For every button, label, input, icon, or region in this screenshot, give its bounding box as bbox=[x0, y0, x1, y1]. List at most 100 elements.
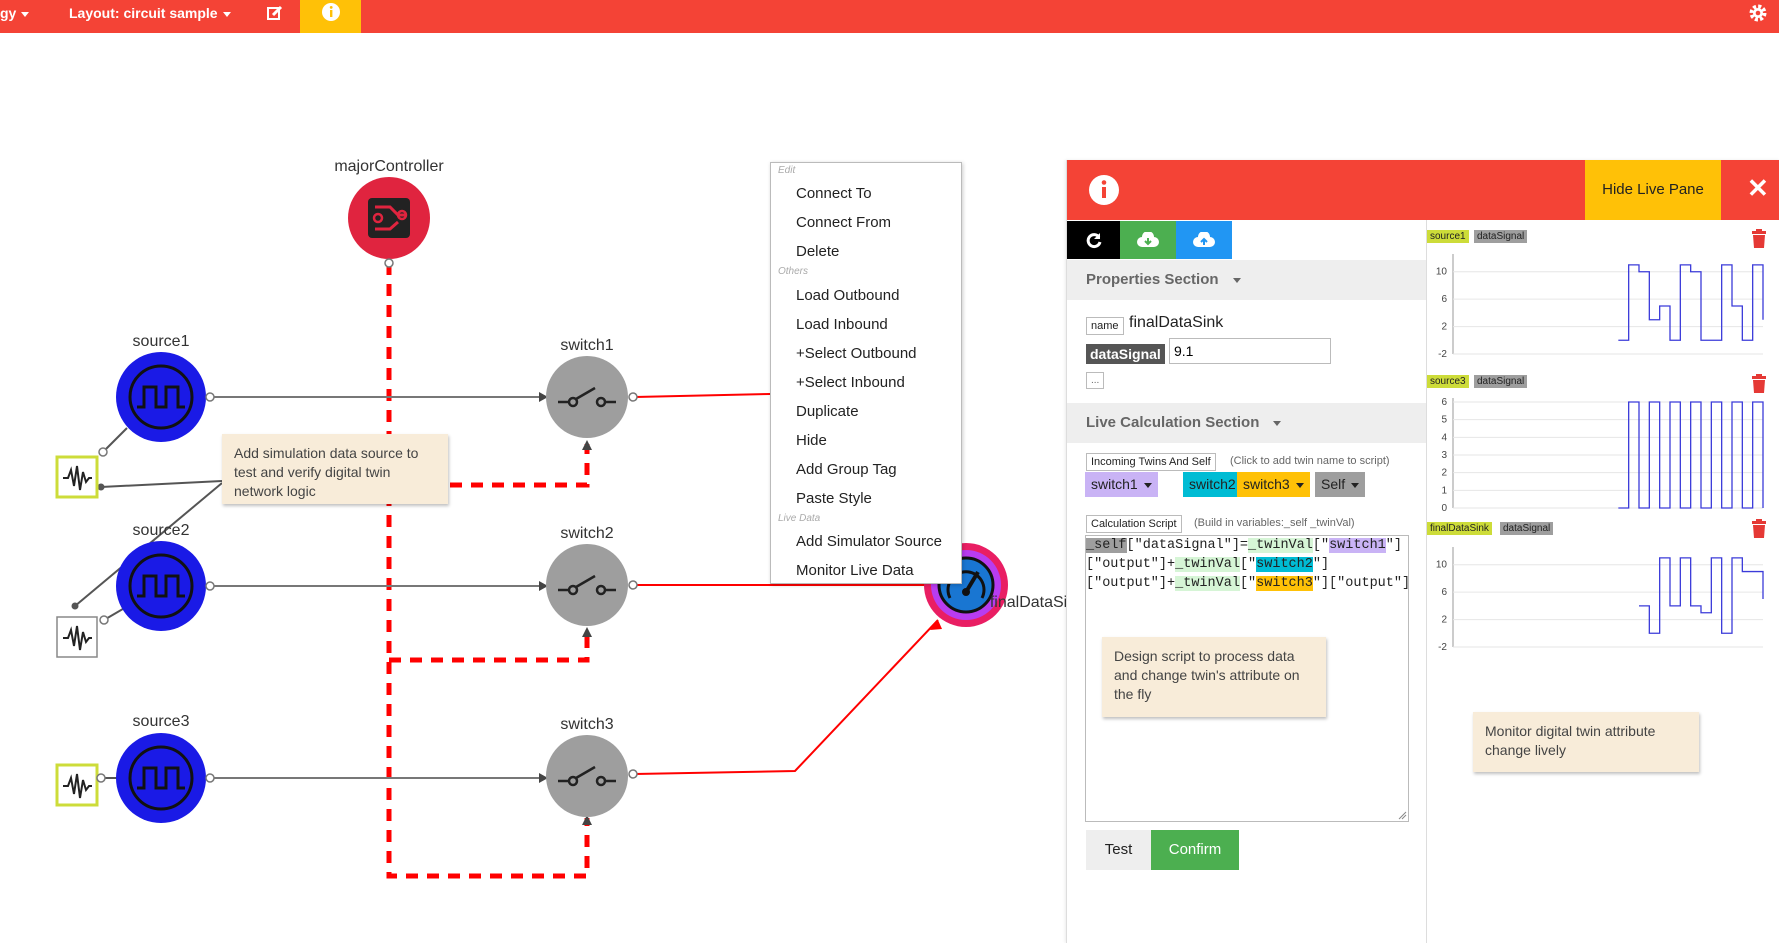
menu-item-add-simulator-source[interactable]: Add Simulator Source bbox=[796, 533, 942, 550]
y-tick-label: 10 bbox=[1436, 560, 1448, 571]
node-switch2[interactable] bbox=[546, 544, 638, 626]
cloud-download-icon bbox=[1137, 232, 1159, 247]
calculation-script-hint: (Build in variables:_self _twinVal) bbox=[1194, 517, 1355, 529]
chevron-down-icon bbox=[1232, 277, 1241, 283]
script-token-switch1: switch1 bbox=[1329, 538, 1386, 553]
node-label-switch3: switch3 bbox=[560, 716, 614, 733]
node-label-source2: source2 bbox=[132, 522, 190, 539]
tooltip-script: Design script to process data and change… bbox=[1102, 637, 1326, 717]
chevron-down-icon bbox=[1143, 482, 1152, 488]
twin-chip-label: switch1 bbox=[1091, 476, 1138, 492]
attribute-key-label: dataSignal bbox=[1086, 344, 1165, 364]
name-value: finalDataSink bbox=[1129, 314, 1224, 331]
script-token: ["output"]+ bbox=[1086, 557, 1176, 572]
script-line-2: ["output"]+_twinVal["switch2"] bbox=[1086, 557, 1329, 572]
menu-item-duplicate[interactable]: Duplicate bbox=[796, 403, 859, 420]
menu-item-select-outbound[interactable]: +Select Outbound bbox=[796, 345, 917, 362]
chart-source3: 6 5 4 3 2 1 0 bbox=[1441, 397, 1764, 514]
incoming-twins-label: Incoming Twins And Self bbox=[1086, 453, 1216, 471]
y-tick-label: 2 bbox=[1441, 615, 1447, 626]
node-switch1[interactable] bbox=[546, 356, 638, 438]
chart1-twin-chip: source1 bbox=[1427, 230, 1469, 243]
simulator-node-3[interactable] bbox=[55, 763, 106, 807]
node-majorcontroller[interactable] bbox=[348, 177, 430, 268]
download-button[interactable] bbox=[1120, 221, 1176, 259]
chevron-down-icon bbox=[1351, 482, 1360, 488]
menu-item-load-outbound[interactable]: Load Outbound bbox=[796, 287, 899, 304]
menu-item-connect-from[interactable]: Connect From bbox=[796, 214, 891, 231]
hide-live-pane-button[interactable]: Hide Live Pane bbox=[1585, 160, 1721, 220]
y-tick-label: 6 bbox=[1441, 587, 1447, 598]
chart-finaldatasink: 10 6 2 -2 bbox=[1436, 547, 1764, 653]
upload-button[interactable] bbox=[1176, 221, 1232, 259]
refresh-button[interactable] bbox=[1067, 221, 1120, 259]
close-icon[interactable]: ✕ bbox=[1747, 173, 1769, 204]
y-tick-label: -2 bbox=[1438, 349, 1447, 360]
tooltip-monitor: Monitor digital twin attribute change li… bbox=[1473, 712, 1699, 772]
menu-item-add-group-tag[interactable]: Add Group Tag bbox=[796, 461, 897, 478]
node-source2[interactable] bbox=[116, 541, 215, 631]
menu-item-select-inbound[interactable]: +Select Inbound bbox=[796, 374, 905, 391]
calculation-script-label: Calculation Script bbox=[1086, 515, 1182, 533]
script-token: ["output"]+ bbox=[1086, 576, 1176, 591]
twin-chip-label: switch2 bbox=[1189, 476, 1236, 492]
y-tick-label: 10 bbox=[1436, 267, 1448, 278]
attribute-value-input[interactable] bbox=[1169, 338, 1331, 364]
menu-item-paste-style[interactable]: Paste Style bbox=[796, 490, 872, 507]
menu-section-live-data: Live Data bbox=[778, 513, 821, 524]
context-menu: Edit Connect To Connect From Delete Othe… bbox=[770, 162, 962, 584]
menu-item-delete[interactable]: Delete bbox=[796, 243, 839, 260]
chart2-attribute-chip: dataSignal bbox=[1474, 375, 1528, 388]
y-tick-label: -2 bbox=[1438, 642, 1447, 653]
twin-chip-self[interactable]: Self bbox=[1315, 472, 1366, 497]
script-token: "]["output"] bbox=[1312, 576, 1411, 591]
trash-icon[interactable] bbox=[1750, 519, 1768, 539]
menu-item-monitor-live-data[interactable]: Monitor Live Data bbox=[796, 562, 914, 579]
y-tick-label: 2 bbox=[1441, 468, 1447, 479]
trash-icon[interactable] bbox=[1750, 374, 1768, 394]
properties-section-title: Properties Section bbox=[1086, 271, 1219, 288]
script-token: [" bbox=[1312, 538, 1330, 553]
menu-item-hide[interactable]: Hide bbox=[796, 432, 827, 449]
more-button[interactable]: ... bbox=[1086, 372, 1105, 389]
twin-chip-switch3[interactable]: switch3 bbox=[1237, 472, 1310, 497]
chevron-down-icon bbox=[1295, 482, 1304, 488]
menu-section-others: Others bbox=[778, 266, 809, 277]
refresh-icon bbox=[1086, 233, 1102, 249]
chart1-attribute-chip: dataSignal bbox=[1474, 230, 1528, 243]
node-source1[interactable] bbox=[116, 352, 215, 442]
trash-icon[interactable] bbox=[1750, 229, 1768, 249]
node-switch3[interactable] bbox=[546, 735, 638, 817]
series-line bbox=[1618, 264, 1764, 341]
y-tick-label: 6 bbox=[1441, 294, 1447, 305]
script-token-twinval: _twinVal bbox=[1175, 576, 1240, 591]
menu-item-connect-to[interactable]: Connect To bbox=[796, 185, 872, 202]
live-calculation-section-title: Live Calculation Section bbox=[1086, 414, 1260, 431]
y-tick-label: 0 bbox=[1441, 503, 1447, 514]
node-label-switch1: switch1 bbox=[560, 337, 614, 354]
script-token-twinval: _twinVal bbox=[1248, 538, 1313, 553]
node-source3[interactable] bbox=[116, 733, 215, 823]
simulator-node-2[interactable] bbox=[56, 615, 109, 658]
resize-handle-icon bbox=[1398, 811, 1407, 820]
properties-section-header[interactable]: Properties Section bbox=[1067, 260, 1427, 300]
live-calculation-section-header[interactable]: Live Calculation Section bbox=[1067, 403, 1427, 443]
menu-item-load-inbound[interactable]: Load Inbound bbox=[796, 316, 888, 333]
chart2-twin-chip: source3 bbox=[1427, 375, 1469, 388]
circuit-icon bbox=[368, 198, 410, 238]
tooltip-simulation: Add simulation data source to test and v… bbox=[222, 434, 448, 504]
info-icon bbox=[1089, 175, 1119, 205]
twin-chip-label: switch3 bbox=[1243, 476, 1290, 492]
series-line bbox=[1639, 557, 1764, 634]
cloud-upload-icon bbox=[1193, 232, 1215, 247]
y-tick-label: 2 bbox=[1441, 322, 1447, 333]
confirm-button[interactable]: Confirm bbox=[1151, 830, 1239, 870]
chart3-attribute-chip: dataSignal bbox=[1500, 522, 1554, 535]
node-label-switch2: switch2 bbox=[560, 525, 614, 542]
twin-chip-switch1[interactable]: switch1 bbox=[1085, 472, 1158, 497]
test-button[interactable]: Test bbox=[1086, 830, 1151, 870]
node-label-source1: source1 bbox=[132, 333, 190, 350]
script-token: [" bbox=[1239, 557, 1257, 572]
live-pane-header: Hide Live Pane ✕ bbox=[1067, 160, 1779, 220]
script-token-self: _self bbox=[1086, 538, 1127, 553]
